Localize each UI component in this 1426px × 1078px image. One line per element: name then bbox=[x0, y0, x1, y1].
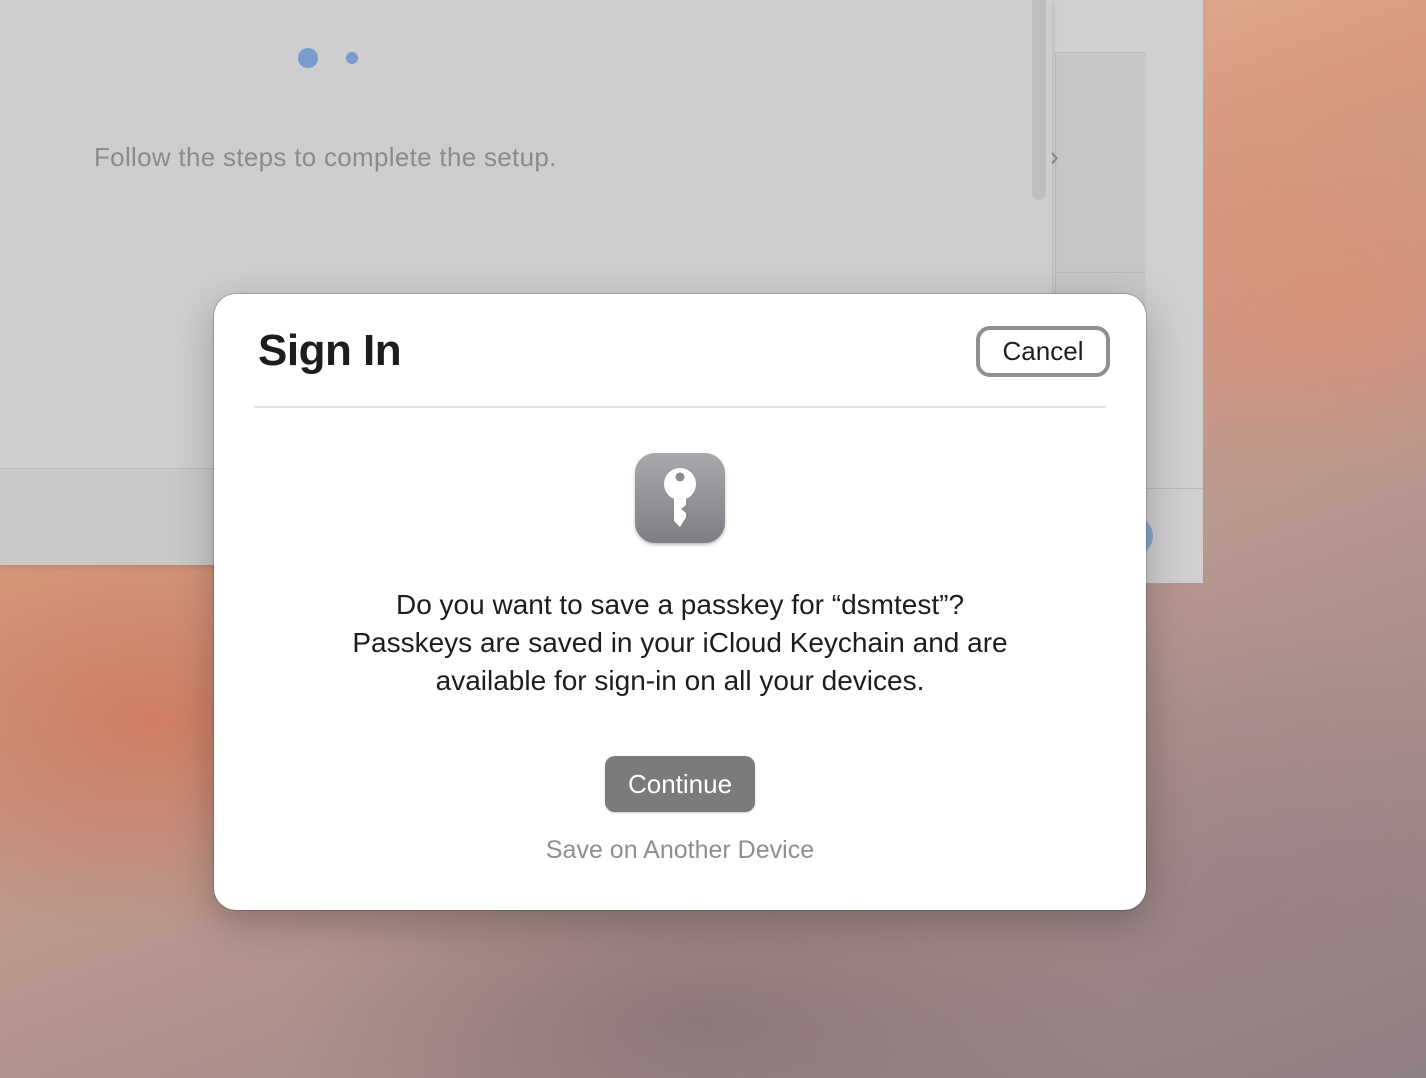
save-on-another-device-link[interactable]: Save on Another Device bbox=[480, 836, 880, 865]
message-line: available for sign-in on all your device… bbox=[435, 665, 925, 696]
setup-instructions: Follow the steps to complete the setup. bbox=[94, 142, 557, 172]
dialog-title: Sign In bbox=[258, 326, 402, 375]
step-indicator-inactive bbox=[346, 52, 358, 64]
header-divider bbox=[254, 406, 1106, 408]
scrollbar[interactable] bbox=[1032, 0, 1046, 200]
message-line: Passkeys are saved in your iCloud Keycha… bbox=[352, 627, 1008, 658]
divider bbox=[1055, 272, 1145, 273]
key-icon bbox=[635, 453, 725, 543]
cancel-button[interactable]: Cancel bbox=[976, 326, 1110, 377]
dialog-message: Do you want to save a passkey for “dsmte… bbox=[280, 586, 1080, 700]
message-line: Do you want to save a passkey for “dsmte… bbox=[395, 589, 965, 620]
sign-in-dialog: Sign In Cancel Do you want to save a pas… bbox=[214, 294, 1146, 910]
continue-button[interactable]: Continue bbox=[605, 756, 755, 812]
step-indicator-active bbox=[298, 48, 318, 68]
